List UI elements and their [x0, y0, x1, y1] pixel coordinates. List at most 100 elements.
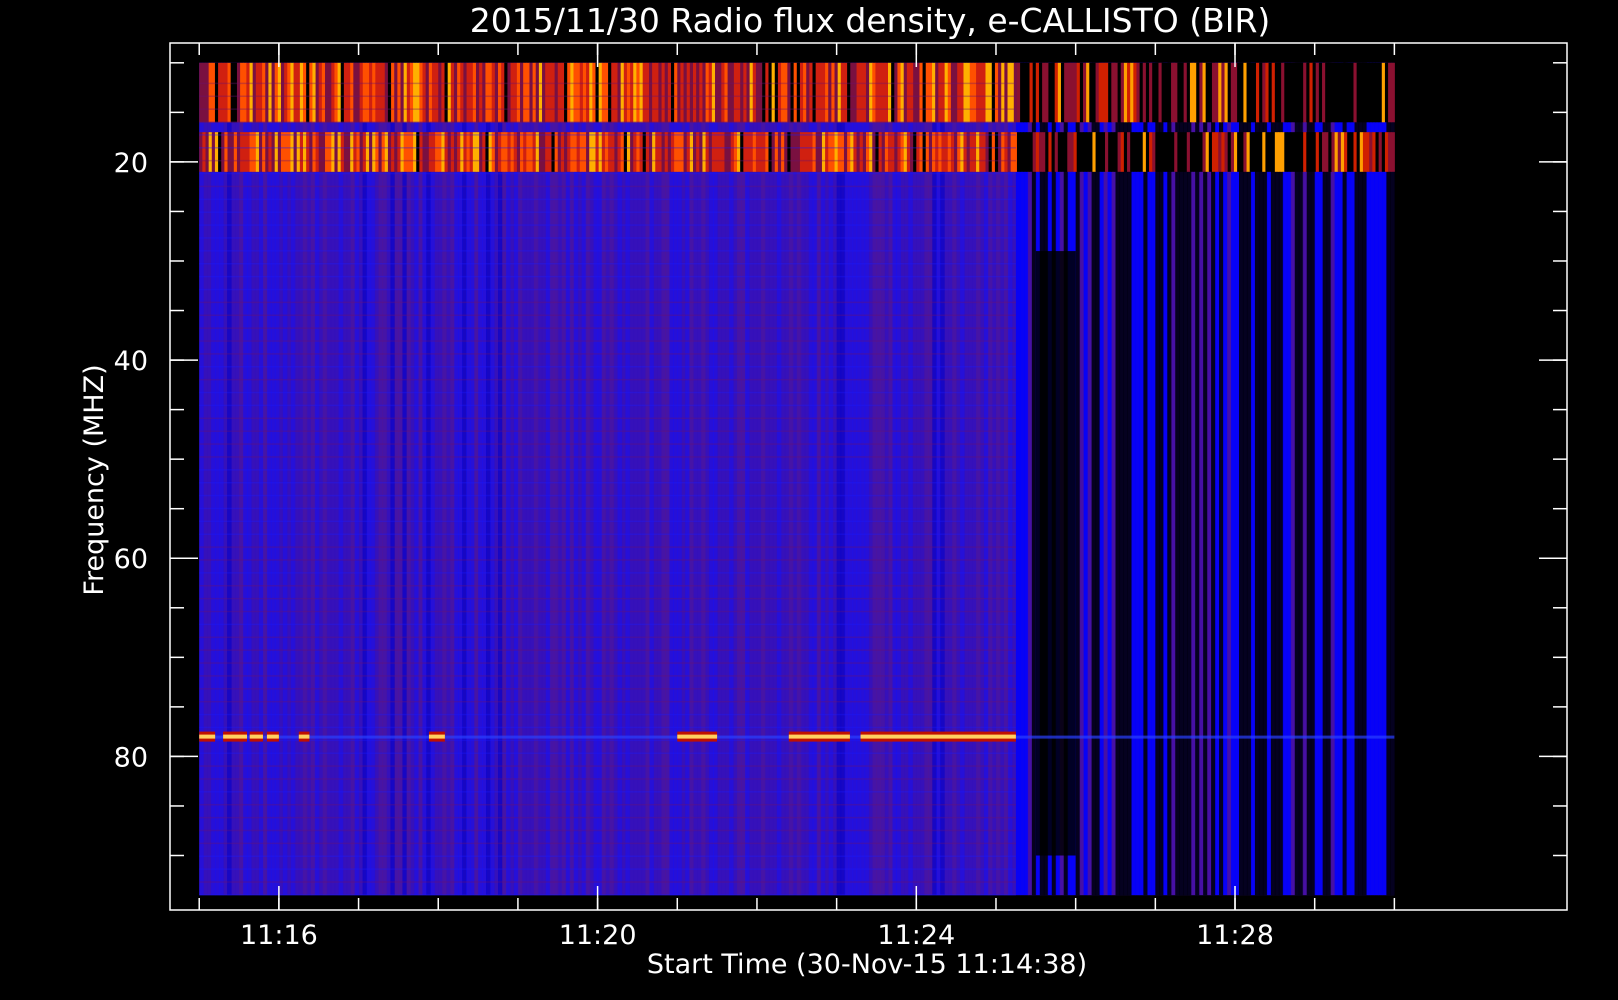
- heatmap-column: [1007, 62, 1013, 896]
- bright-band-cell: [372, 62, 376, 123]
- bright-band-cell: [1315, 62, 1320, 123]
- heatmap-column: [657, 62, 662, 896]
- heatmap-column: [856, 62, 862, 896]
- bright-band-cell: [479, 132, 483, 172]
- bright-band-cell: [815, 132, 820, 172]
- heatmap-column: [880, 62, 886, 896]
- bright-band-cell: [730, 62, 735, 123]
- heatmap-column: [1103, 62, 1109, 896]
- bright-band-cell: [246, 62, 251, 123]
- heatmap-column: [350, 62, 356, 896]
- bright-band-cell: [381, 62, 386, 123]
- heatmap-column: [406, 62, 411, 896]
- bright-band-cell: [633, 132, 637, 172]
- bright-band-cell: [762, 62, 766, 123]
- bright-band-cell: [262, 132, 266, 172]
- bright-band-cell: [501, 132, 505, 172]
- bright-band-cell: [296, 62, 301, 123]
- chart-title: 2015/11/30 Radio flux density, e-CALLIST…: [470, 1, 1271, 40]
- bright-band-cell: [1130, 132, 1134, 172]
- bright-band-cell: [790, 132, 795, 172]
- bright-band-cell: [869, 62, 873, 123]
- bright-band-cell: [441, 132, 446, 172]
- heatmap-column: [1211, 62, 1216, 896]
- bright-band-cell: [491, 132, 496, 172]
- bright-band-cell: [840, 132, 845, 172]
- bright-band-cell: [551, 62, 556, 123]
- bright-band-cell: [903, 62, 908, 123]
- bright-band-cell: [1070, 132, 1075, 172]
- bright-band-cell: [689, 132, 694, 172]
- bright-band-cell: [557, 132, 562, 172]
- bright-band-cell: [1287, 132, 1292, 172]
- heatmap-column: [677, 62, 682, 896]
- heatmap-column: [940, 62, 945, 896]
- bright-band-cell: [296, 132, 301, 172]
- heatmap-column: [1167, 62, 1172, 896]
- bright-band-cell: [966, 62, 971, 123]
- bright-band-cell: [359, 62, 364, 123]
- bright-band-cell: [891, 62, 895, 123]
- heatmap-column: [1302, 62, 1308, 896]
- noise-line: [199, 237, 1016, 239]
- bright-band-cell: [799, 62, 804, 123]
- bright-band-cell: [944, 132, 949, 172]
- bright-band-cell: [1306, 132, 1310, 172]
- bright-band-cell: [1029, 132, 1034, 172]
- bright-band-cell: [1353, 62, 1358, 123]
- bright-band-cell: [435, 62, 439, 123]
- heatmap-column: [1223, 62, 1228, 896]
- bright-band-cell: [400, 62, 405, 123]
- bright-band-cell: [293, 132, 298, 172]
- bright-band-cell: [944, 62, 949, 123]
- bright-band-cell: [919, 132, 924, 172]
- bright-band-cell: [988, 62, 993, 123]
- bright-band-cell: [391, 132, 395, 172]
- heatmap-column: [1322, 62, 1328, 896]
- bright-band-cell: [1202, 62, 1207, 123]
- heatmap-column: [426, 62, 431, 896]
- bright-band-cell: [199, 62, 203, 123]
- bright-band-cell: [976, 62, 980, 123]
- heatmap-column: [458, 62, 463, 896]
- bright-band-cell: [419, 132, 424, 172]
- bright-band-cell: [469, 132, 474, 172]
- bright-band-cell: [284, 62, 288, 123]
- bright-band-cell: [1384, 62, 1389, 123]
- interference-segment-core: [677, 734, 718, 739]
- bright-band-cell: [321, 62, 326, 123]
- bright-band-cell: [759, 132, 763, 172]
- bright-band-cell: [1092, 62, 1097, 123]
- bright-band-cell: [1057, 132, 1062, 172]
- bright-band-cell: [466, 62, 471, 123]
- heatmap-column: [211, 62, 216, 896]
- bright-band-cell: [475, 62, 480, 123]
- bright-band-cell: [1064, 62, 1068, 123]
- bright-band-cell: [664, 62, 669, 123]
- bright-band-cell: [1293, 62, 1298, 123]
- bright-band-cell: [1205, 132, 1210, 172]
- bright-band-cell: [246, 132, 251, 172]
- heatmap-column: [948, 62, 953, 896]
- heatmap-column: [545, 62, 551, 896]
- noise-line: [199, 404, 1016, 407]
- bright-band-cell: [875, 62, 880, 123]
- bright-band-cell: [1268, 132, 1273, 172]
- bright-band-cell: [453, 62, 458, 123]
- heatmap-column: [641, 62, 647, 896]
- bright-band-cell: [843, 62, 848, 123]
- bright-band-cell: [1171, 132, 1175, 172]
- heatmap-column: [1031, 62, 1037, 896]
- bright-band-cell: [268, 132, 273, 172]
- bright-band-cell: [334, 132, 339, 172]
- bright-band-cell: [1167, 62, 1172, 123]
- bright-band-cell: [626, 62, 631, 123]
- noise-line: [199, 224, 1016, 226]
- bright-band-cell: [1300, 62, 1304, 123]
- noise-line: [199, 340, 1016, 342]
- bright-band-cell: [1120, 62, 1125, 123]
- bright-band-cell: [1067, 62, 1071, 123]
- heatmap-column: [872, 62, 878, 896]
- bright-band-cell: [916, 62, 920, 123]
- bright-band-cell: [447, 132, 452, 172]
